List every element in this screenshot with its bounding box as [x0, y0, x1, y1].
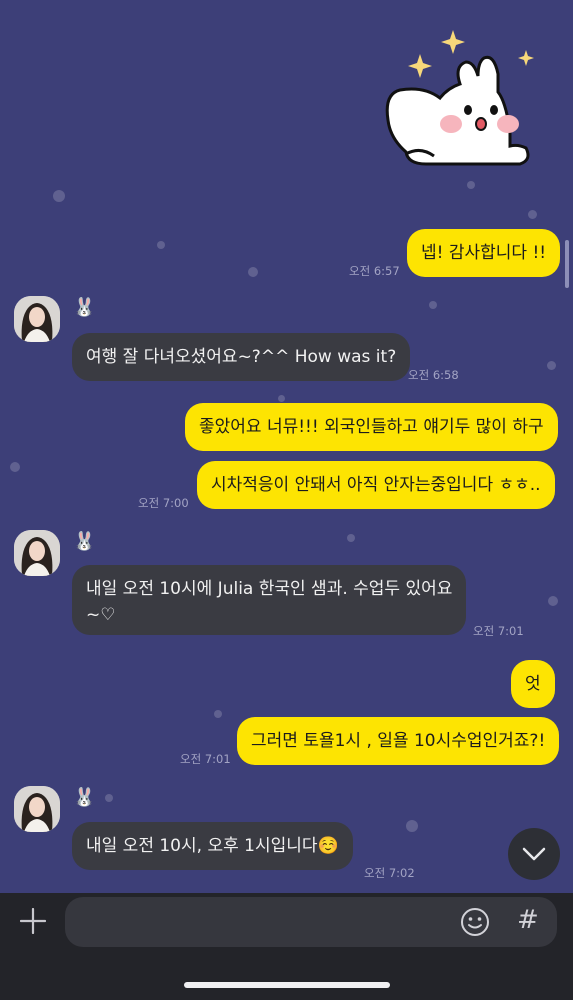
snow-dot [467, 181, 475, 189]
message-timestamp: 오전 7:00 [138, 496, 189, 510]
message-input[interactable]: # [65, 897, 557, 947]
snow-dot [105, 794, 113, 802]
message-line: 내일 오전 10시에 Julia 한국인 샘과. 수업두 있어요 [86, 579, 453, 599]
profile-photo [14, 296, 60, 342]
bunny-icon: 🐰 [73, 787, 96, 808]
my-message-bubble[interactable]: 엇 [511, 660, 555, 708]
my-message-bubble[interactable]: 시차적응이 안돼서 아직 안자는중입니다 ㅎㅎ.. [197, 461, 555, 509]
their-message-bubble[interactable]: 여행 잘 다녀오셨어요~?^^ How was it? [72, 333, 411, 381]
bunny-icon: 🐰 [73, 297, 96, 318]
snow-dot [157, 241, 165, 249]
my-message-bubble[interactable]: 넵! 감사합니다 !! [407, 229, 561, 277]
snow-dot [248, 267, 258, 277]
snow-dot [406, 820, 418, 832]
their-message-bubble[interactable]: 내일 오전 10시, 오후 1시입니다☺️ [72, 822, 353, 870]
hash-icon[interactable]: # [517, 905, 539, 935]
avatar[interactable] [14, 530, 60, 576]
avatar[interactable] [14, 296, 60, 342]
profile-photo [14, 530, 60, 576]
chat-area[interactable]: 넵! 감사합니다 !! 오전 6:57 🐰 여행 잘 다녀오셨어요~?^^ Ho… [0, 0, 573, 893]
snow-dot [547, 361, 556, 370]
profile-photo [14, 786, 60, 832]
snow-dot [278, 395, 285, 402]
message-timestamp: 오전 6:58 [408, 368, 459, 382]
snow-dot [214, 710, 222, 718]
snow-dot [53, 190, 65, 202]
avatar[interactable] [14, 786, 60, 832]
bunny-icon: 🐰 [73, 531, 96, 552]
their-message-bubble[interactable]: 내일 오전 10시에 Julia 한국인 샘과. 수업두 있어요 ~♡ [72, 565, 467, 635]
home-indicator [184, 982, 390, 988]
snow-dot [429, 301, 437, 309]
bunny-sticker [385, 30, 534, 166]
my-message-bubble[interactable]: 그러면 토욜1시 , 일욜 10시수업인거죠?! [237, 717, 560, 765]
message-line: ~♡ [86, 605, 116, 625]
message-timestamp: 오전 7:01 [473, 624, 524, 638]
snow-dot [528, 210, 537, 219]
scroll-down-button[interactable] [508, 828, 560, 880]
message-timestamp: 오전 6:57 [349, 264, 400, 278]
snow-dot [548, 596, 558, 606]
chevron-down-icon [522, 847, 546, 861]
snow-dot [347, 534, 355, 542]
my-message-bubble[interactable]: 좋았어요 너뮤!!! 외국인들하고 얘기두 많이 하구 [185, 403, 558, 451]
snow-dot [10, 462, 20, 472]
message-timestamp: 오전 7:02 [364, 866, 415, 880]
scrollbar[interactable] [565, 240, 569, 288]
message-timestamp: 오전 7:01 [180, 752, 231, 766]
plus-icon[interactable] [20, 908, 46, 934]
emoji-icon[interactable] [460, 907, 490, 937]
